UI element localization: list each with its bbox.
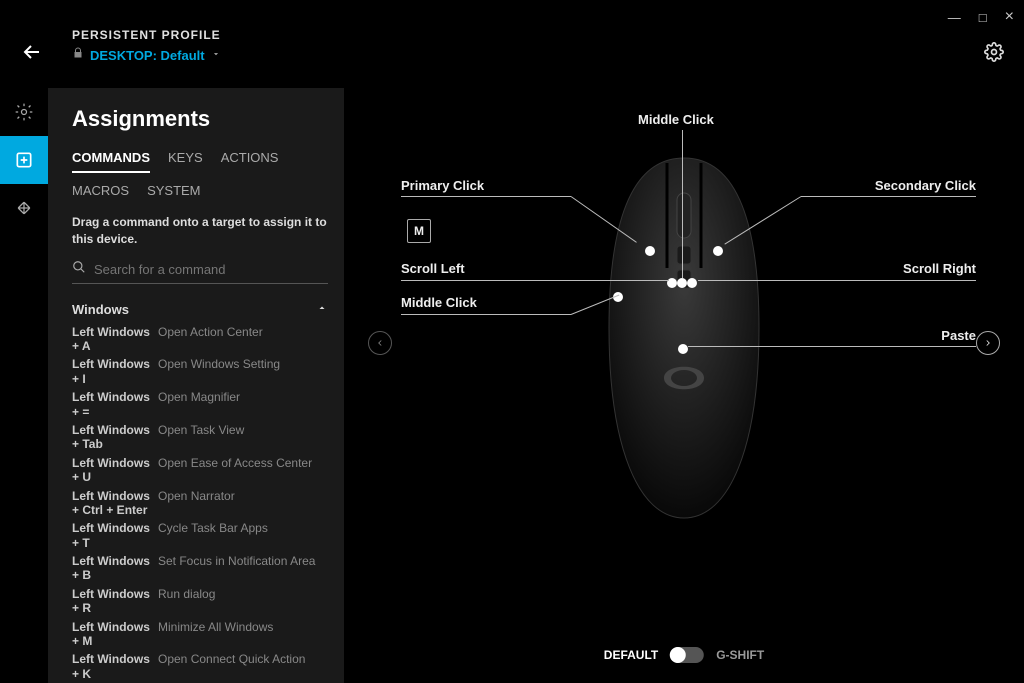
command-item[interactable]: Left Windows + Ctrl + EnterOpen Narrator bbox=[72, 487, 328, 520]
command-key: Left Windows + Ctrl + Enter bbox=[72, 489, 152, 518]
lighting-tab[interactable] bbox=[0, 88, 48, 136]
search-icon bbox=[72, 260, 86, 279]
command-key: Left Windows + A bbox=[72, 325, 152, 354]
command-item[interactable]: Left Windows + TCycle Task Bar Apps bbox=[72, 519, 328, 552]
button-dot[interactable] bbox=[713, 246, 723, 256]
sensitivity-tab[interactable] bbox=[0, 184, 48, 232]
command-key: Left Windows + I bbox=[72, 357, 152, 386]
command-list[interactable]: Left Windows + AOpen Action CenterLeft W… bbox=[72, 323, 328, 683]
command-desc: Minimize All Windows bbox=[158, 620, 328, 649]
command-key: Left Windows + K bbox=[72, 652, 152, 681]
back-button[interactable] bbox=[20, 40, 44, 69]
instruction-text: Drag a command onto a target to assign i… bbox=[72, 214, 328, 248]
command-desc: Open Narrator bbox=[158, 489, 328, 518]
chevron-down-icon[interactable] bbox=[211, 46, 221, 64]
label-primary-click: Primary Click bbox=[401, 178, 484, 193]
mouse-illustration bbox=[599, 148, 769, 528]
label-scroll-left: Scroll Left bbox=[401, 261, 465, 276]
label-scroll-right: Scroll Right bbox=[903, 261, 976, 276]
button-dot[interactable] bbox=[678, 344, 688, 354]
minimize-button[interactable]: — bbox=[948, 10, 961, 25]
command-key: Left Windows + T bbox=[72, 521, 152, 550]
command-item[interactable]: Left Windows + BSet Focus in Notificatio… bbox=[72, 552, 328, 585]
tab-macros[interactable]: MACROS bbox=[72, 183, 129, 198]
profile-title: PERSISTENT PROFILE bbox=[72, 28, 221, 42]
lock-icon bbox=[72, 46, 84, 64]
assignments-tab[interactable] bbox=[0, 136, 48, 184]
toggle-default-label: DEFAULT bbox=[604, 648, 658, 662]
command-desc: Open Windows Setting bbox=[158, 357, 328, 386]
prev-view-button[interactable] bbox=[368, 331, 392, 355]
command-desc: Open Ease of Access Center bbox=[158, 456, 328, 485]
label-middle-click: Middle Click bbox=[638, 112, 714, 127]
settings-button[interactable] bbox=[984, 42, 1004, 67]
tab-keys[interactable]: KEYS bbox=[168, 150, 203, 173]
command-desc: Open Task View bbox=[158, 423, 328, 452]
category-header[interactable]: Windows bbox=[72, 302, 328, 317]
command-key: Left Windows + M bbox=[72, 620, 152, 649]
command-item[interactable]: Left Windows + KOpen Connect Quick Actio… bbox=[72, 650, 328, 682]
command-item[interactable]: Left Windows + AOpen Action Center bbox=[72, 323, 328, 356]
command-item[interactable]: Left Windows + IOpen Windows Setting bbox=[72, 355, 328, 388]
command-key: Left Windows + B bbox=[72, 554, 152, 583]
next-view-button[interactable] bbox=[976, 331, 1000, 355]
tab-actions[interactable]: ACTIONS bbox=[221, 150, 279, 173]
command-item[interactable]: Left Windows + RRun dialog bbox=[72, 585, 328, 618]
tab-commands[interactable]: COMMANDS bbox=[72, 150, 150, 173]
button-dot[interactable] bbox=[677, 278, 687, 288]
command-item[interactable]: Left Windows + TabOpen Task View bbox=[72, 421, 328, 454]
m-toggle[interactable]: M bbox=[407, 219, 431, 243]
command-desc: Open Magnifier bbox=[158, 390, 328, 419]
label-secondary-click: Secondary Click bbox=[875, 178, 976, 193]
command-desc: Cycle Task Bar Apps bbox=[158, 521, 328, 550]
command-desc: Run dialog bbox=[158, 587, 328, 616]
command-item[interactable]: Left Windows + UOpen Ease of Access Cent… bbox=[72, 454, 328, 487]
toggle-gshift-label: G-SHIFT bbox=[716, 648, 764, 662]
command-key: Left Windows + = bbox=[72, 390, 152, 419]
command-desc: Open Action Center bbox=[158, 325, 328, 354]
chevron-up-icon bbox=[316, 302, 328, 317]
command-item[interactable]: Left Windows + MMinimize All Windows bbox=[72, 618, 328, 651]
button-dot[interactable] bbox=[687, 278, 697, 288]
command-key: Left Windows + R bbox=[72, 587, 152, 616]
command-item[interactable]: Left Windows + =Open Magnifier bbox=[72, 388, 328, 421]
button-dot[interactable] bbox=[645, 246, 655, 256]
label-paste: Paste bbox=[941, 328, 976, 343]
search-input[interactable] bbox=[94, 262, 328, 277]
profile-label: DESKTOP: Default bbox=[90, 48, 205, 63]
maximize-button[interactable]: □ bbox=[979, 10, 987, 25]
command-desc: Set Focus in Notification Area bbox=[158, 554, 328, 583]
command-key: Left Windows + Tab bbox=[72, 423, 152, 452]
close-button[interactable]: × bbox=[1005, 8, 1014, 26]
command-desc: Open Connect Quick Action bbox=[158, 652, 328, 681]
category-label: Windows bbox=[72, 302, 129, 317]
tab-system[interactable]: SYSTEM bbox=[147, 183, 200, 198]
profile-dropdown[interactable]: DESKTOP: Default bbox=[90, 48, 205, 63]
page-title: Assignments bbox=[72, 106, 328, 132]
gshift-toggle[interactable] bbox=[670, 647, 704, 663]
command-key: Left Windows + U bbox=[72, 456, 152, 485]
label-middle-click-2: Middle Click bbox=[401, 295, 477, 310]
